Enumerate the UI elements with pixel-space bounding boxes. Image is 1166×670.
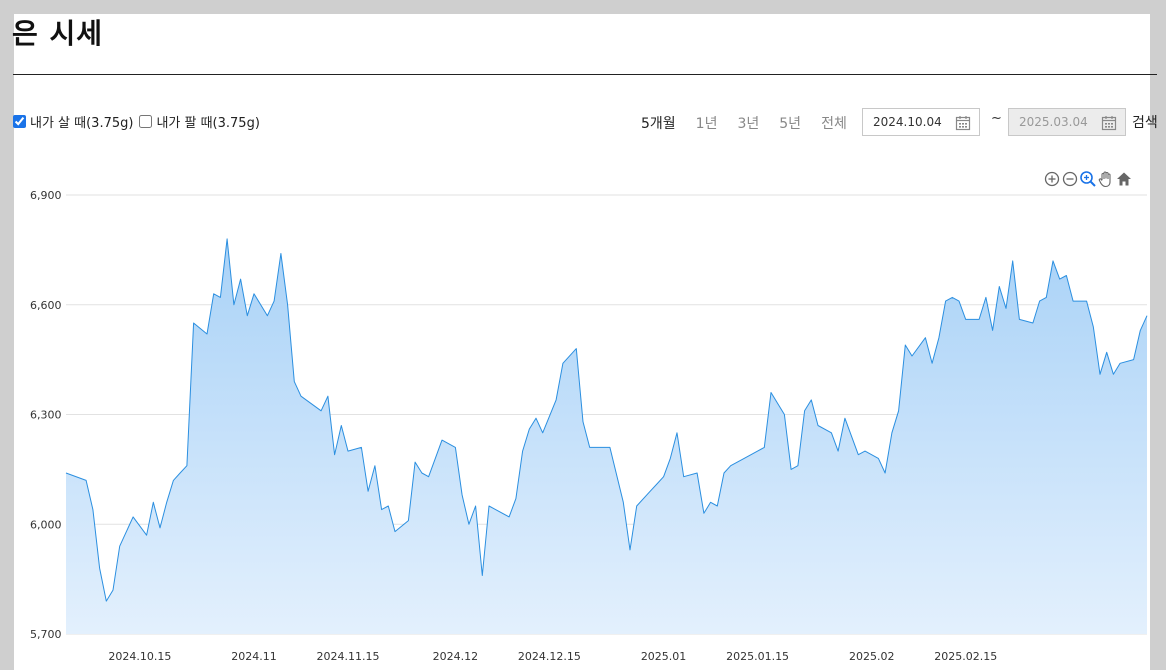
y-tick-label: 6,000 (30, 518, 62, 531)
y-tick-label: 6,300 (30, 409, 62, 422)
y-tick-label: 6,600 (30, 299, 62, 312)
silver-price-chart: 5,700 6,000 6,300 6,600 6,900 2024.10.15 2024.… (30, 189, 1148, 663)
x-tick-label: 2025.02 (849, 650, 895, 663)
x-tick-label: 2024.11.15 (317, 650, 380, 663)
x-tick-label: 2024.10.15 (108, 650, 171, 663)
x-tick-label: 2025.01 (641, 650, 687, 663)
price-area (66, 238, 1147, 634)
x-tick-label: 2024.12.15 (518, 650, 581, 663)
y-tick-label: 5,700 (30, 628, 62, 641)
y-tick-label: 6,900 (30, 189, 62, 202)
x-tick-label: 2024.11 (231, 650, 277, 663)
x-tick-label: 2024.12 (433, 650, 479, 663)
x-tick-label: 2025.02.15 (934, 650, 997, 663)
x-tick-label: 2025.01.15 (726, 650, 789, 663)
